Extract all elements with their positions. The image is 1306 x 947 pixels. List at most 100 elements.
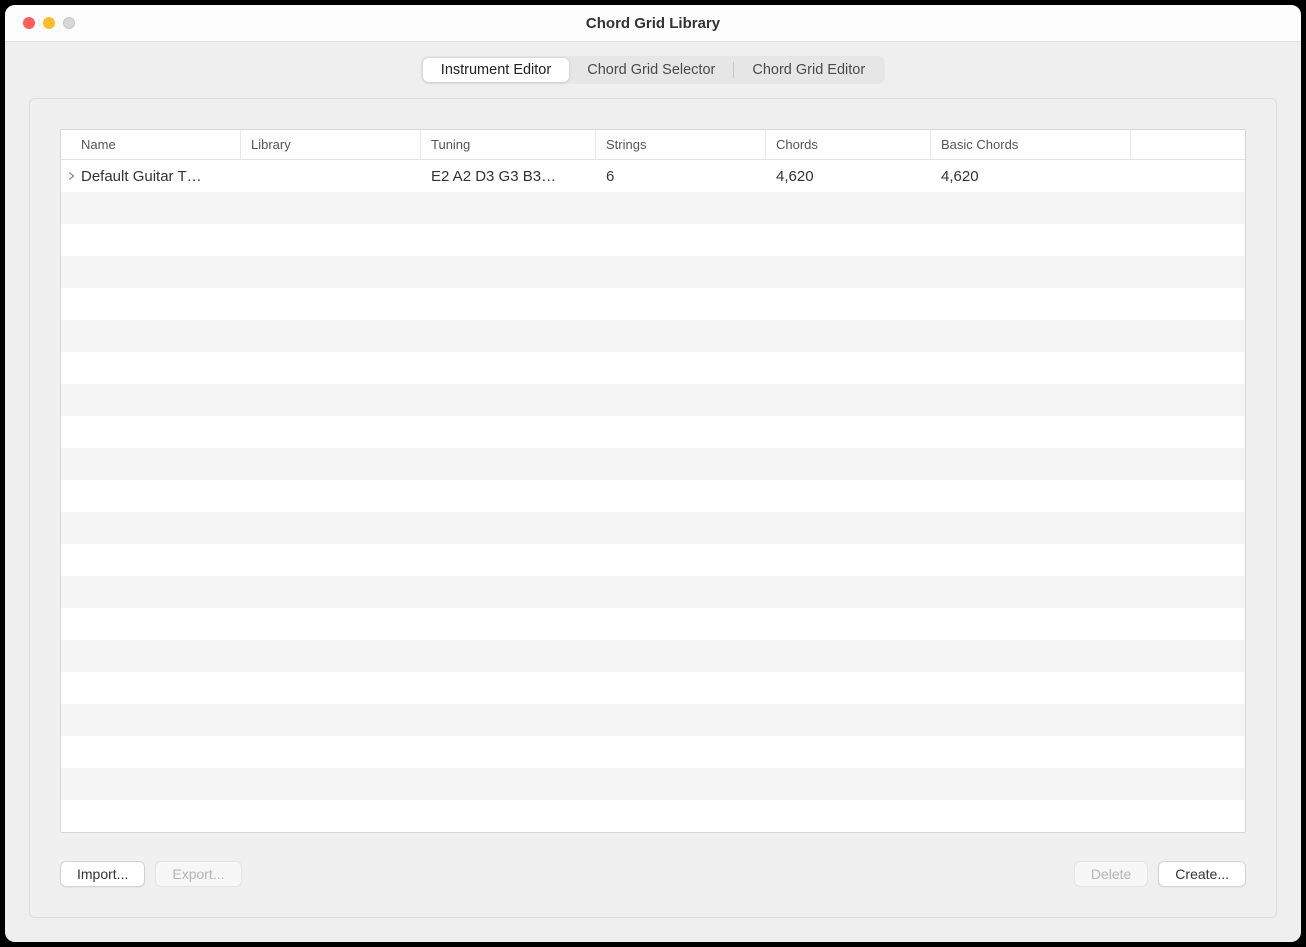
cell-empty [766,800,931,832]
tab-chord-grid-editor[interactable]: Chord Grid Editor [734,58,883,82]
cell-empty [766,608,931,640]
cell-empty [596,288,766,320]
table-row-empty [61,768,1245,800]
cell-empty [421,288,596,320]
column-header-name[interactable]: Name [61,130,241,159]
column-header-tuning[interactable]: Tuning [421,130,596,159]
create-button[interactable]: Create... [1158,861,1246,887]
cell-empty [421,480,596,512]
maximize-icon[interactable] [63,17,75,29]
cell-empty [61,672,241,704]
cell-empty [241,768,421,800]
cell-empty [61,576,241,608]
table-row-empty [61,352,1245,384]
cell-empty [421,576,596,608]
cell-empty [421,544,596,576]
table-row-empty [61,800,1245,832]
cell-empty [421,768,596,800]
cell-empty [596,512,766,544]
cell-empty [596,352,766,384]
cell-empty [421,736,596,768]
cell-empty [421,352,596,384]
export-button: Export... [155,861,241,887]
cell-empty [61,768,241,800]
cell-empty [931,736,1131,768]
table-row-empty [61,576,1245,608]
cell-empty [241,448,421,480]
cell-empty [1131,416,1245,448]
tab-chord-grid-selector[interactable]: Chord Grid Selector [569,58,733,82]
cell-empty [931,800,1131,832]
cell-empty [931,416,1131,448]
cell-empty [241,320,421,352]
table-row-empty [61,384,1245,416]
cell-empty [931,448,1131,480]
cell-empty [931,256,1131,288]
cell-empty [421,224,596,256]
tab-row: Instrument Editor Chord Grid Selector Ch… [29,56,1277,84]
table-body[interactable]: Default Guitar T…E2 A2 D3 G3 B3…64,6204,… [61,160,1245,832]
cell-empty [596,448,766,480]
cell-empty [61,416,241,448]
cell-empty [421,320,596,352]
app-window: Chord Grid Library Instrument Editor Cho… [5,5,1301,942]
table: Name Library Tuning Strings Chords Basic… [60,129,1246,833]
button-label: Export... [172,866,224,882]
cell-empty [596,192,766,224]
cell-empty [61,352,241,384]
cell-empty [421,192,596,224]
cell-empty [61,320,241,352]
cell-empty [1131,576,1245,608]
table-row-empty [61,512,1245,544]
table-row-empty [61,640,1245,672]
cell-empty [241,288,421,320]
cell-empty [1131,544,1245,576]
cell-empty [596,256,766,288]
close-icon[interactable] [23,17,35,29]
cell-empty [1131,704,1245,736]
button-label: Create... [1175,866,1229,882]
cell-empty [766,288,931,320]
import-button[interactable]: Import... [60,861,145,887]
chevron-right-icon[interactable] [67,171,77,181]
cell-empty [1131,480,1245,512]
cell-empty [241,480,421,512]
cell-empty [241,736,421,768]
tab-label: Chord Grid Editor [752,62,865,78]
cell-empty [766,224,931,256]
cell-empty [596,608,766,640]
cell-empty [766,352,931,384]
cell-empty [421,672,596,704]
table-row-empty [61,448,1245,480]
button-group-right: Delete Create... [1074,861,1246,887]
minimize-icon[interactable] [43,17,55,29]
cell-empty [596,224,766,256]
table-row-empty [61,288,1245,320]
tab-instrument-editor[interactable]: Instrument Editor [423,58,569,82]
table-row[interactable]: Default Guitar T…E2 A2 D3 G3 B3…64,6204,… [61,160,1245,192]
cell-basic_chords: 4,620 [931,160,1131,192]
column-header-library[interactable]: Library [241,130,421,159]
cell-empty [766,544,931,576]
table-row-empty [61,736,1245,768]
cell-empty [931,224,1131,256]
cell-empty [61,384,241,416]
cell-empty [1131,736,1245,768]
cell-empty [931,512,1131,544]
cell-empty [596,640,766,672]
cell-empty [61,544,241,576]
column-header-extra[interactable] [1131,130,1245,159]
cell-empty [241,640,421,672]
cell-empty [596,704,766,736]
cell-empty [61,448,241,480]
cell-empty [931,192,1131,224]
column-header-strings[interactable]: Strings [596,130,766,159]
column-header-basic-chords[interactable]: Basic Chords [931,130,1131,159]
cell-empty [596,672,766,704]
column-header-chords[interactable]: Chords [766,130,931,159]
cell-empty [421,416,596,448]
titlebar: Chord Grid Library [5,5,1301,42]
cell-empty [241,800,421,832]
cell-empty [931,704,1131,736]
cell-empty [596,480,766,512]
